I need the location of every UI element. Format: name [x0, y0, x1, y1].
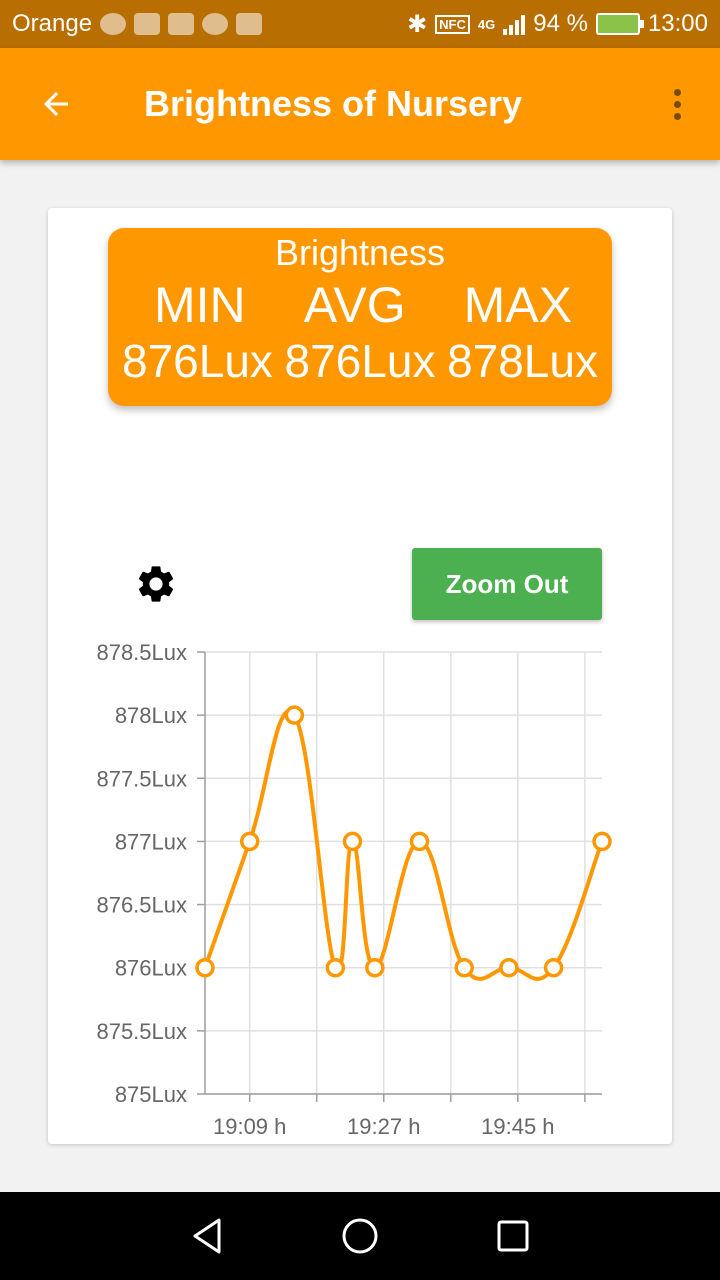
status-left: Orange [12, 10, 263, 38]
data-point [409, 831, 430, 852]
nav-home-button[interactable] [330, 1206, 390, 1266]
data-point [325, 957, 346, 978]
arrow-back-icon [44, 92, 68, 116]
brightness-line-chart: 875Lux 875.5Lux 876Lux 876.5Lux 877Lux 877.5L… [96, 640, 612, 1138]
data-point [284, 705, 305, 725]
circle-home-icon [342, 1218, 378, 1254]
more-vertical-icon [673, 88, 681, 96]
brightness-card: Brightness MIN AVG MAX 876Lux 876Lux 878… [48, 208, 672, 1144]
more-dot [673, 112, 681, 120]
y-tick-label: 878.5Lux [96, 640, 187, 665]
avatar-notification-icon [100, 13, 127, 35]
data-point [365, 957, 385, 978]
settings-button[interactable] [134, 562, 178, 606]
gear-icon [138, 566, 174, 602]
square-recents-icon [497, 1220, 529, 1252]
min-label: MIN [154, 277, 246, 333]
summary-values: 876Lux 876Lux 878Lux [108, 334, 612, 388]
page-title: Brightness of Nursery [144, 83, 523, 124]
carrier-name: Orange [12, 10, 93, 37]
status-right: ✱ NFC 4G 94 % 13:00 [407, 10, 708, 39]
nav-back-button[interactable] [177, 1206, 237, 1266]
data-point [592, 831, 612, 852]
max-value: 878Lux [447, 335, 598, 387]
avg-value: 876Lux [284, 335, 436, 387]
nfc-icon: NFC [435, 14, 470, 34]
y-tick-label: 875Lux [115, 1082, 187, 1107]
y-tick-label: 876.5Lux [96, 893, 187, 918]
brightness-series-line [203, 709, 604, 981]
y-tick-label: 878Lux [115, 703, 187, 728]
y-tick-label: 875.5Lux [96, 1019, 187, 1044]
x-tick-label: 19:27 h [347, 1114, 420, 1138]
summary-title: Brightness [274, 232, 446, 273]
overflow-menu-button[interactable] [662, 76, 692, 132]
eschool-notification-icon [236, 13, 263, 35]
triangle-back-icon [193, 1218, 221, 1254]
signal-icon [503, 13, 526, 35]
data-point [454, 957, 474, 978]
max-label: MAX [463, 277, 572, 333]
x-tick-label: 19:45 h [481, 1114, 554, 1138]
summary-labels: MIN AVG MAX [108, 276, 612, 334]
network-type: 4G [477, 16, 496, 32]
bluetooth-icon: ✱ [407, 10, 428, 38]
status-bar: Orange ✱ NFC 4G 94 % 13:00 [0, 0, 720, 48]
y-tick-label: 876Lux [115, 956, 187, 981]
data-point [342, 831, 363, 852]
more-dot [673, 100, 681, 108]
back-button[interactable] [28, 76, 84, 132]
x-tick-label: 19:09 h [213, 1114, 286, 1138]
y-tick-label: 877Lux [115, 829, 187, 854]
navigation-bar [0, 1192, 720, 1280]
app-bar: Brightness of Nursery [0, 48, 720, 160]
min-value: 876Lux [122, 335, 273, 387]
data-point [195, 957, 215, 978]
brightness-summary: Brightness MIN AVG MAX 876Lux 876Lux 878… [108, 228, 612, 406]
avg-label: AVG [303, 277, 406, 333]
google-notification-icon [202, 13, 229, 35]
gallery-notification-icon [134, 13, 161, 35]
nav-recents-button[interactable] [483, 1206, 543, 1266]
battery-percent: 94 % [533, 10, 588, 37]
data-point [499, 957, 519, 978]
data-point [543, 957, 564, 978]
clock: 13:00 [647, 10, 708, 37]
data-point [239, 831, 260, 852]
y-tick-label: 877.5Lux [96, 766, 187, 791]
battery-icon [595, 13, 644, 35]
gmail-notification-icon [168, 13, 195, 35]
